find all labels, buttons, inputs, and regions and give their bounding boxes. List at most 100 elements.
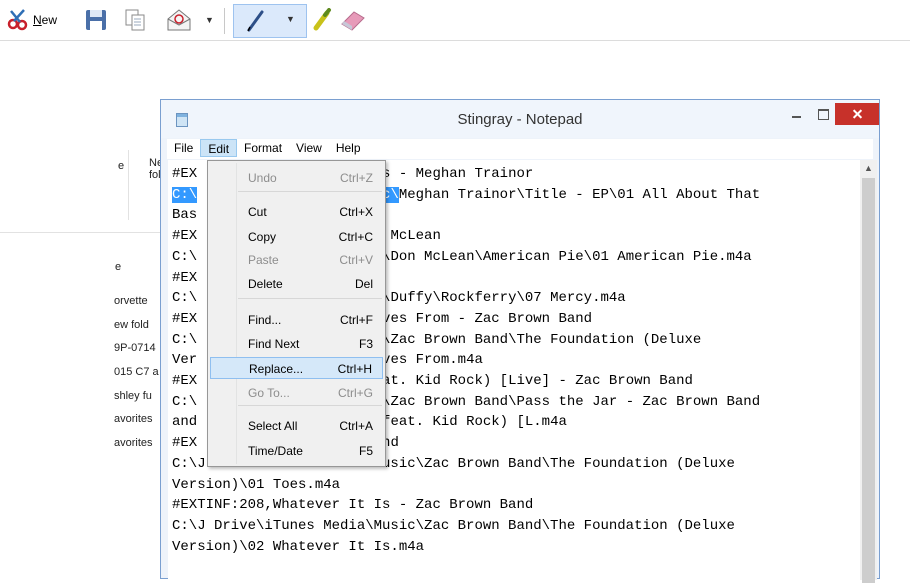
envelope-icon (167, 9, 191, 31)
paint-toolbar: New ▼ ▼ (0, 0, 910, 41)
menu-item-copy[interactable]: Copy Ctrl+C (210, 226, 383, 248)
menu-item-label: Go To... (248, 386, 290, 400)
line-text: #EX (172, 435, 198, 452)
line-text: Version)\01 Toes.m4a (172, 476, 341, 493)
menu-item-replace[interactable]: Replace... Ctrl+H (210, 357, 383, 379)
menu-view[interactable]: View (289, 139, 329, 159)
menu-item-paste[interactable]: Paste Ctrl+V (210, 249, 383, 271)
pen-dropdown-arrow-icon[interactable]: ▼ (286, 14, 295, 24)
nav-item-fragment[interactable]: avorites (114, 413, 153, 425)
pen-icon (247, 10, 264, 32)
eraser-button[interactable] (338, 6, 368, 34)
menu-format[interactable]: Format (237, 139, 289, 159)
menu-separator (238, 191, 382, 192)
menu-item-shortcut: Ctrl+G (337, 386, 373, 400)
menu-item-select-all[interactable]: Select All Ctrl+A (210, 415, 383, 437)
maximize-icon (818, 109, 829, 120)
line-text: and (172, 414, 198, 431)
menu-item-label: Find... (248, 313, 282, 327)
send-dropdown[interactable]: ▼ (205, 6, 214, 34)
nav-item-fragment[interactable]: avorites (114, 437, 153, 449)
menu-bar: File Edit Format View Help (167, 139, 873, 159)
scroll-thumb[interactable] (862, 178, 875, 583)
explorer-background: e Ne fol e orvette ew fold 9P-0714 015 C… (0, 40, 170, 449)
text-line: #EXTINF:208,Whatever It Is - Zac Brown B… (172, 495, 760, 516)
line-text: C:\ (172, 331, 198, 348)
line-text: C:\ (172, 393, 198, 410)
menu-separator (238, 405, 382, 406)
selected-text: C:\ (172, 186, 198, 203)
menu-item-shortcut: Ctrl+X (339, 205, 373, 219)
line-text: Version)\02 Whatever It Is.m4a (172, 538, 425, 555)
ribbon-fragment: e (118, 160, 125, 172)
scissors-icon (7, 9, 28, 31)
line-text: #EX (172, 228, 198, 245)
ribbon-fragment: fol (149, 169, 161, 181)
nav-item-fragment[interactable]: shley fu (114, 390, 152, 402)
menu-item-undo[interactable]: Undo Ctrl+Z (210, 167, 383, 189)
line-text: C:\J Drive\iTunes Media\Music\Zac Brown … (172, 517, 735, 534)
new-button[interactable]: New (6, 6, 57, 34)
pen-tool-button[interactable]: ▼ (233, 4, 307, 38)
menu-item-shortcut: Ctrl+A (339, 419, 373, 433)
menu-item-label: Undo (248, 171, 277, 185)
copy-button[interactable] (123, 6, 147, 34)
menu-item-label: Replace... (249, 362, 304, 376)
menu-help[interactable]: Help (329, 139, 368, 159)
close-button[interactable] (835, 103, 879, 125)
menu-item-cut[interactable]: Cut Ctrl+X (210, 201, 383, 223)
toolbar-separator (224, 8, 225, 34)
menu-item-label: Copy (248, 230, 277, 244)
text-line: Version)\02 Whatever It Is.m4a (172, 537, 760, 558)
line-text: Bas (172, 207, 198, 224)
menu-item-shortcut: F3 (358, 337, 373, 351)
highlighter-icon (313, 8, 331, 31)
menu-item-shortcut: Del (354, 277, 373, 291)
eraser-icon (341, 11, 365, 31)
highlighter-button[interactable] (310, 6, 334, 34)
menu-item-go-to[interactable]: Go To... Ctrl+G (210, 382, 383, 404)
menu-item-shortcut: F5 (358, 444, 373, 458)
minimize-icon (792, 116, 801, 118)
line-text: #EX (172, 166, 198, 182)
menu-separator (238, 298, 382, 299)
menu-item-delete[interactable]: Delete Del (210, 273, 383, 295)
line-text: #EX (172, 373, 198, 390)
menu-item-find-next[interactable]: Find Next F3 (210, 333, 383, 355)
line-text: C:\ (172, 248, 198, 265)
nav-item-fragment[interactable]: ew fold (114, 319, 149, 331)
line-text: #EX (172, 310, 198, 327)
line-text: Meghan Trainor\Title - EP\01 All About T… (398, 186, 761, 203)
menu-file[interactable]: File (167, 139, 200, 159)
nav-item-fragment[interactable]: orvette (114, 295, 148, 307)
line-text: Ver (172, 352, 198, 369)
save-icon (86, 10, 106, 30)
nav-item-fragment[interactable]: 9P-0714 (114, 342, 156, 354)
nav-item-fragment[interactable]: 015 C7 a (114, 366, 159, 378)
menu-item-time-date[interactable]: Time/Date F5 (210, 440, 383, 462)
save-button[interactable] (84, 6, 108, 34)
text-line: Version)\01 Toes.m4a (172, 475, 760, 496)
menu-item-label: Cut (248, 205, 267, 219)
menu-edit[interactable]: Edit (200, 139, 238, 157)
explorer-divider (0, 232, 170, 233)
send-button[interactable] (165, 6, 195, 34)
explorer-divider (128, 150, 129, 220)
vertical-scrollbar[interactable]: ▲ (860, 160, 877, 583)
title-bar[interactable]: Stingray - Notepad (161, 100, 879, 138)
dropdown-arrow-icon: ▼ (205, 15, 214, 25)
text-line: C:\J Drive\iTunes Media\Music\Zac Brown … (172, 516, 760, 537)
line-text: C:\ (172, 290, 198, 307)
menu-item-find[interactable]: Find... Ctrl+F (210, 309, 383, 331)
menu-item-label: Time/Date (248, 444, 303, 458)
menu-item-shortcut: Ctrl+Z (340, 171, 373, 185)
menu-item-label: Delete (248, 277, 283, 291)
minimize-button[interactable] (783, 103, 809, 125)
maximize-button[interactable] (809, 103, 835, 125)
nav-fragment: e (115, 261, 122, 273)
new-label: New (33, 13, 58, 27)
window-title: Stingray - Notepad (457, 111, 583, 128)
menu-item-shortcut: Ctrl+C (338, 230, 373, 244)
menu-item-label: Paste (248, 253, 279, 267)
scroll-up-arrow-icon[interactable]: ▲ (860, 160, 877, 177)
